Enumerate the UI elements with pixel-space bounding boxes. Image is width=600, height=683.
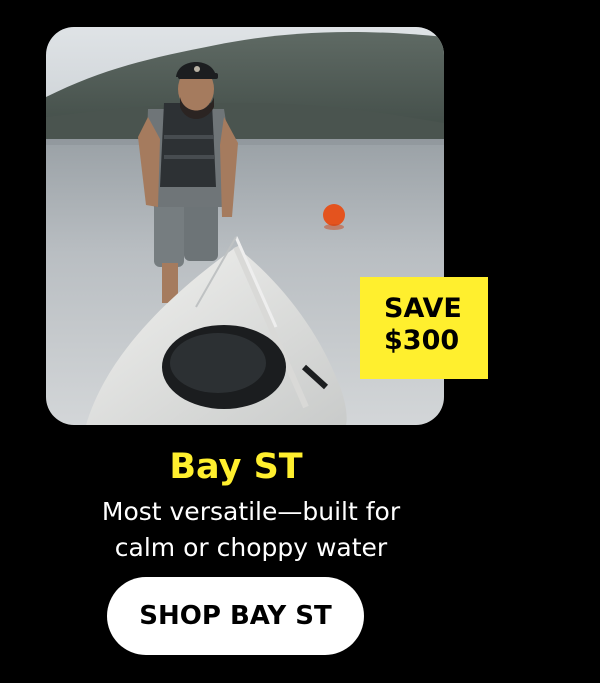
product-description-line-2: calm or choppy water (114, 533, 388, 562)
save-badge-amount: $300 (384, 325, 460, 356)
save-badge-label: SAVE (384, 293, 462, 324)
product-description: Most versatile—built for calm or choppy … (0, 494, 502, 566)
product-card: SAVE $300 Bay ST Most versatile—built fo… (0, 0, 600, 683)
product-description-line-1: Most versatile—built for (101, 497, 401, 526)
shop-bay-st-button[interactable]: SHOP BAY ST (107, 577, 364, 655)
product-title: Bay ST (169, 447, 303, 487)
save-badge: SAVE $300 (360, 277, 488, 379)
